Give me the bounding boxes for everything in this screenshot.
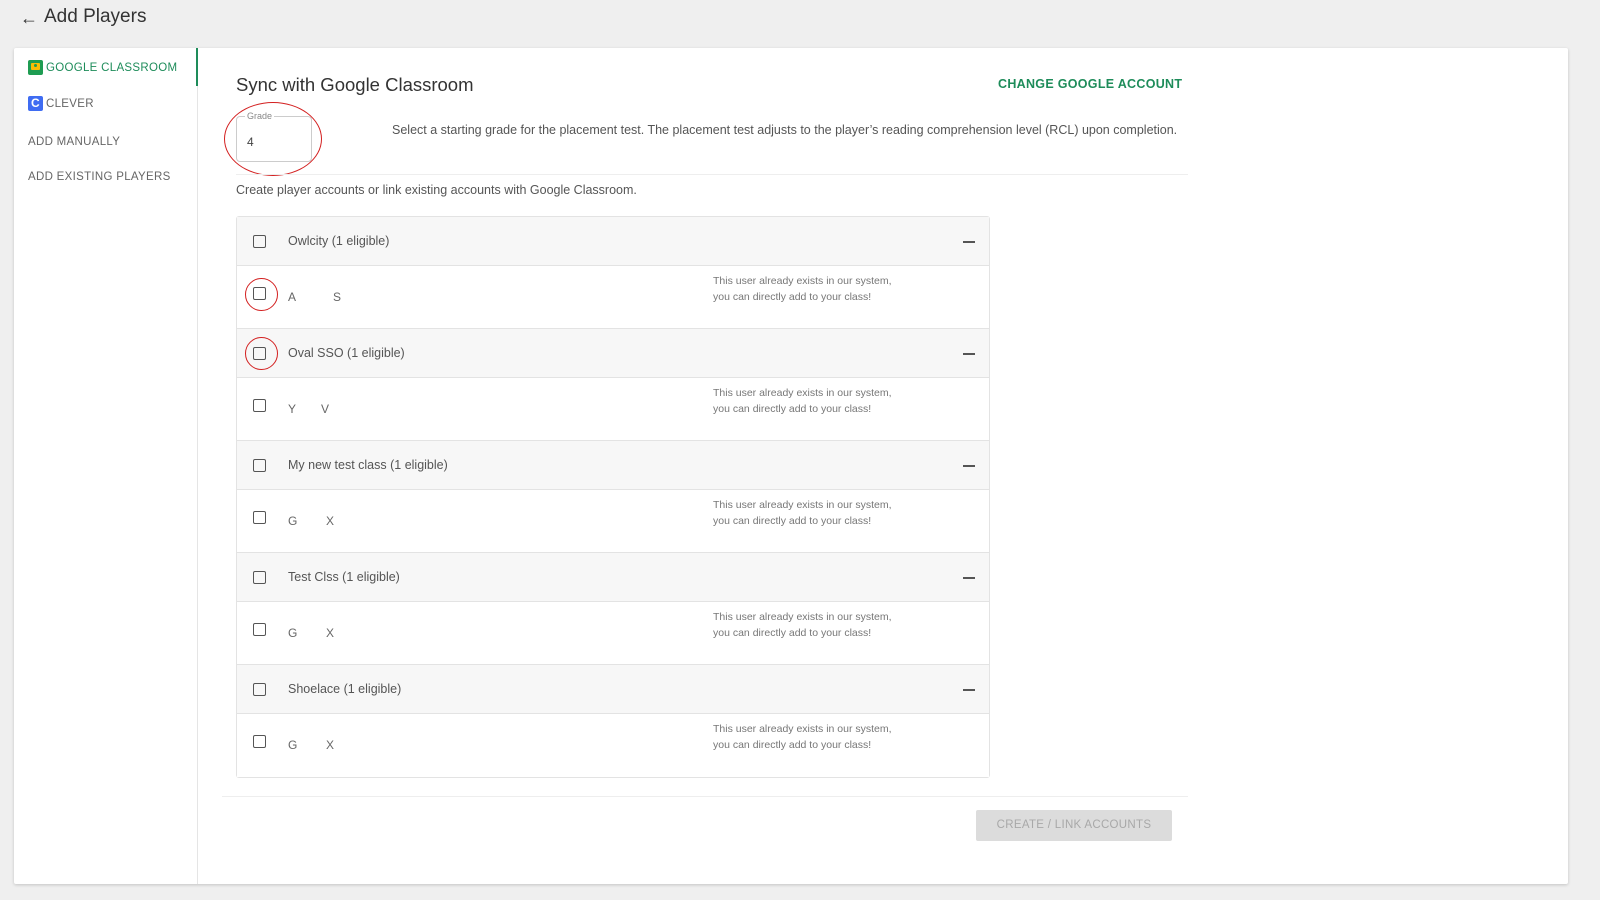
main-card: GOOGLE CLASSROOM C CLEVER ADD MANUALLY A… xyxy=(14,48,1568,884)
exists-note: This user already exists in our system, … xyxy=(713,611,892,639)
page-title: Add Players xyxy=(44,6,147,27)
student-checkbox[interactable] xyxy=(253,287,266,300)
grade-description: Select a starting grade for the placemen… xyxy=(392,123,1178,137)
grade-value: 4 xyxy=(247,135,254,149)
google-classroom-icon xyxy=(28,60,43,75)
class-group-row: Shoelace (1 eligible) xyxy=(237,665,989,714)
arrow-left-icon[interactable]: ← xyxy=(20,8,38,28)
sidebar-item-google-classroom[interactable]: GOOGLE CLASSROOM xyxy=(28,60,177,75)
class-group-row: Oval SSO (1 eligible) xyxy=(237,329,989,378)
minus-icon[interactable] xyxy=(963,241,975,243)
sidebar-item-add-existing-players[interactable]: ADD EXISTING PLAYERS xyxy=(28,171,171,183)
minus-icon[interactable] xyxy=(963,465,975,467)
class-checkbox[interactable] xyxy=(253,683,266,696)
sidebar-item-label: CLEVER xyxy=(46,97,94,110)
create-description: Create player accounts or link existing … xyxy=(236,183,637,197)
class-checkbox[interactable] xyxy=(253,459,266,472)
sidebar-item-clever[interactable]: C CLEVER xyxy=(28,96,94,111)
student-first-name: Y xyxy=(288,402,297,416)
student-row: A S This user already exists in our syst… xyxy=(237,266,989,329)
student-row: G X This user already exists in our syst… xyxy=(237,602,989,665)
minus-icon[interactable] xyxy=(963,577,975,579)
grade-label: Grade xyxy=(245,111,275,121)
active-indicator xyxy=(196,48,198,86)
top-bar: ← Add Players xyxy=(0,0,1600,40)
student-last-name: X xyxy=(326,514,335,528)
class-name: Oval SSO (1 eligible) xyxy=(288,346,405,360)
divider xyxy=(222,796,1188,797)
student-checkbox[interactable] xyxy=(253,623,266,636)
clever-icon: C xyxy=(28,96,43,111)
student-row: Y V This user already exists in our syst… xyxy=(237,378,989,441)
exists-note: This user already exists in our system, … xyxy=(713,723,892,751)
class-group-row: Test Clss (1 eligible) xyxy=(237,553,989,602)
change-google-account-button[interactable]: CHANGE GOOGLE ACCOUNT xyxy=(998,77,1182,91)
divider xyxy=(236,174,1188,175)
sidebar-item-label: ADD EXISTING PLAYERS xyxy=(28,171,171,183)
student-checkbox[interactable] xyxy=(253,511,266,524)
student-last-name: S xyxy=(333,290,342,304)
minus-icon[interactable] xyxy=(963,689,975,691)
minus-icon[interactable] xyxy=(963,353,975,355)
student-last-name: X xyxy=(326,738,335,752)
class-checkbox[interactable] xyxy=(253,571,266,584)
create-link-accounts-button[interactable]: CREATE / LINK ACCOUNTS xyxy=(976,810,1172,841)
student-first-name: G xyxy=(288,626,298,640)
class-name: Shoelace (1 eligible) xyxy=(288,682,402,696)
class-checkbox[interactable] xyxy=(253,235,266,248)
sidebar-item-label: ADD MANUALLY xyxy=(28,136,121,148)
student-first-name: G xyxy=(288,514,298,528)
class-list: Owlcity (1 eligible) A S This user alrea… xyxy=(236,216,990,778)
exists-note: This user already exists in our system, … xyxy=(713,499,892,527)
student-last-name: X xyxy=(326,626,335,640)
exists-note: This user already exists in our system, … xyxy=(713,387,892,415)
student-checkbox[interactable] xyxy=(253,399,266,412)
student-checkbox[interactable] xyxy=(253,735,266,748)
class-name: Owlcity (1 eligible) xyxy=(288,234,390,248)
section-title: Sync with Google Classroom xyxy=(236,74,474,95)
sidebar-item-label: GOOGLE CLASSROOM xyxy=(46,61,178,74)
class-name: Test Clss (1 eligible) xyxy=(288,570,400,584)
grade-field[interactable]: Grade 4 xyxy=(236,111,312,162)
student-first-name: A xyxy=(288,290,297,304)
sidebar: GOOGLE CLASSROOM C CLEVER ADD MANUALLY A… xyxy=(14,48,198,884)
class-group-row: My new test class (1 eligible) xyxy=(237,441,989,490)
student-last-name: V xyxy=(321,402,330,416)
student-row: G X This user already exists in our syst… xyxy=(237,490,989,553)
class-group-row: Owlcity (1 eligible) xyxy=(237,217,989,266)
student-first-name: G xyxy=(288,738,298,752)
class-checkbox[interactable] xyxy=(253,347,266,360)
exists-note: This user already exists in our system, … xyxy=(713,275,892,303)
sidebar-item-add-manually[interactable]: ADD MANUALLY xyxy=(28,136,120,148)
student-row: G X This user already exists in our syst… xyxy=(237,714,989,777)
class-name: My new test class (1 eligible) xyxy=(288,458,448,472)
